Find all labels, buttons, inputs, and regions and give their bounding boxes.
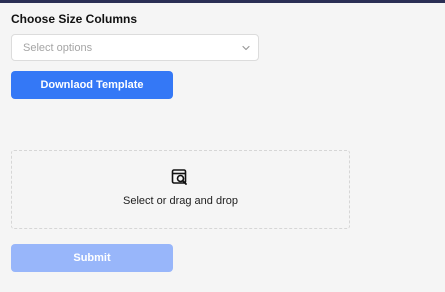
- select-placeholder: Select options: [23, 42, 93, 54]
- file-search-icon: [171, 169, 187, 185]
- chevron-down-icon: [242, 45, 250, 51]
- dropzone-text: Select or drag and drop: [123, 195, 238, 207]
- download-template-button[interactable]: Downlaod Template: [11, 71, 173, 99]
- submit-button[interactable]: Submit: [11, 244, 173, 272]
- size-columns-label: Choose Size Columns: [11, 12, 138, 26]
- size-columns-select[interactable]: Select options: [11, 34, 259, 61]
- top-bar: [0, 0, 445, 3]
- file-dropzone[interactable]: Select or drag and drop: [11, 150, 350, 229]
